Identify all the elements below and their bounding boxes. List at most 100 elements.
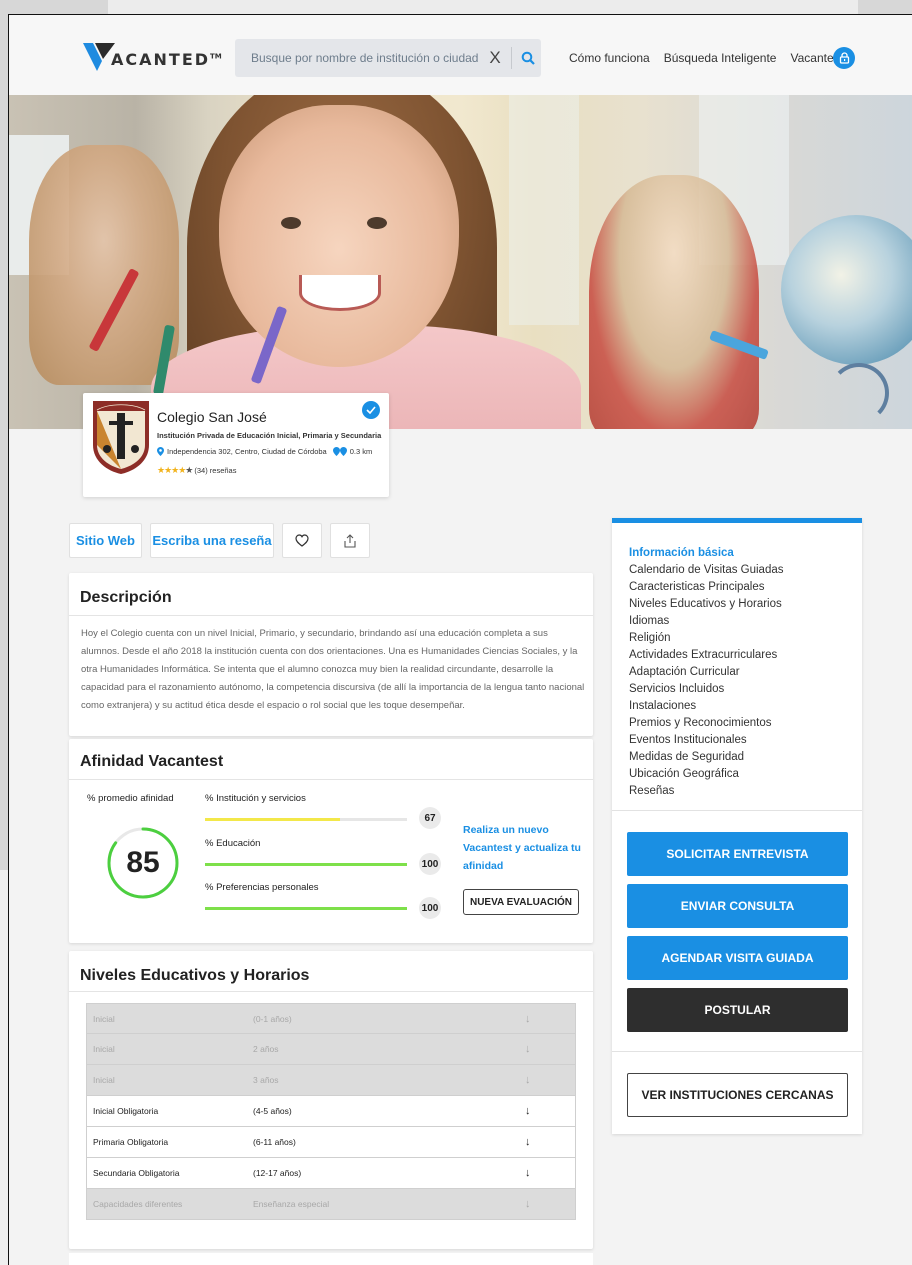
sidebar-divider-top (612, 810, 862, 811)
new-evaluation-button[interactable]: NUEVA EVALUACIÓN (463, 889, 579, 915)
sidebar-nav-item[interactable]: Actividades Extracurriculares (629, 647, 784, 664)
sidebar-nav-item[interactable]: Religión (629, 630, 784, 647)
level-row[interactable]: Capacidades diferentes Enseñanza especial… (86, 1189, 576, 1220)
level-name: Inicial (93, 1044, 115, 1054)
level-name: Inicial (93, 1075, 115, 1085)
sidebar-nav-item[interactable]: Servicios Incluidos (629, 681, 784, 698)
metric-education-fill (205, 863, 407, 866)
expand-arrow-icon[interactable]: ↓ (525, 1013, 531, 1025)
brand-trademark: TM (210, 52, 222, 61)
school-address-line: Independencia 302, Centro, Ciudad de Cór… (157, 447, 372, 456)
search-clear-icon[interactable]: X (485, 48, 505, 68)
next-panel-edge (69, 1253, 593, 1265)
vacanted-logo[interactable]: ACANTEDTM (81, 39, 222, 73)
level-row[interactable]: Primaria Obligatoria (6-11 años) ↓ (86, 1127, 576, 1158)
new-vacantest-link[interactable]: Realiza un nuevo Vacantest y actualiza t… (463, 821, 585, 875)
sidebar-nav-item[interactable]: Caracteristicas Principales (629, 579, 784, 596)
sidebar-nav-item[interactable]: Adaptación Curricular (629, 664, 784, 681)
sidebar-nav-item[interactable]: Ubicación Geográfica (629, 766, 784, 783)
expand-arrow-icon[interactable]: ↓ (525, 1043, 531, 1055)
metric-institution-bar (205, 818, 407, 821)
vacanted-v-icon (83, 43, 115, 71)
school-address: Independencia 302, Centro, Ciudad de Cór… (167, 447, 327, 456)
metric-institution-label: % Institución y servicios (205, 793, 306, 804)
hero-girl-eye-right (367, 217, 387, 229)
location-pin-icon (157, 447, 164, 456)
level-age: 2 años (253, 1044, 279, 1054)
hero-globe-stand (829, 363, 889, 423)
schedule-visit-button[interactable]: AGENDAR VISITA GUIADA (627, 936, 848, 980)
level-age: (4-5 años) (253, 1106, 292, 1116)
sidebar-nav-item[interactable]: Premios y Reconocimientos (629, 715, 784, 732)
sidebar-nav-item[interactable]: Reseñas (629, 783, 784, 800)
sidebar-nav-item[interactable]: Calendario de Visitas Guiadas (629, 562, 784, 579)
hero-girl-eye-left (281, 217, 301, 229)
level-row[interactable]: Inicial 3 años ↓ (86, 1065, 576, 1096)
avg-affinity-value: 85 (126, 846, 160, 879)
school-type: Institución Privada de Educación Inicial… (157, 431, 382, 440)
metric-preferences-fill (205, 907, 407, 910)
level-age: Enseñanza especial (253, 1199, 330, 1209)
affinity-title: Afinidad Vacantest (80, 753, 224, 770)
metric-education-bar (205, 863, 407, 866)
send-inquiry-button[interactable]: ENVIAR CONSULTA (627, 884, 848, 928)
brand-text: ACANTEDTM (111, 49, 222, 69)
sidebar-nav-item[interactable]: Instalaciones (629, 698, 784, 715)
apply-button[interactable]: POSTULAR (627, 988, 848, 1032)
level-row[interactable]: Inicial Obligatoria (4-5 años) ↓ (86, 1096, 576, 1127)
expand-arrow-icon[interactable]: ↓ (525, 1167, 531, 1179)
review-count: (34) reseñas (194, 466, 237, 475)
expand-arrow-icon[interactable]: ↓ (525, 1105, 531, 1117)
school-crest-icon (93, 401, 149, 474)
expand-arrow-icon[interactable]: ↓ (525, 1074, 531, 1086)
levels-divider (69, 991, 593, 992)
level-name: Inicial Obligatoria (93, 1106, 159, 1116)
level-name: Secundaria Obligatoria (93, 1168, 180, 1178)
level-row[interactable]: Secundaria Obligatoria (12-17 años) ↓ (86, 1158, 576, 1189)
sidebar-nav-item[interactable]: Medidas de Seguridad (629, 749, 784, 766)
expand-arrow-icon[interactable]: ↓ (525, 1136, 531, 1148)
school-actions: Sitio Web Escriba una reseña (69, 523, 370, 558)
metric-preferences-label: % Preferencias personales (205, 882, 319, 893)
nearby-institutions-button[interactable]: VER INSTITUCIONES CERCANAS (627, 1073, 848, 1117)
metric-preferences-score: 100 (419, 897, 441, 919)
expand-arrow-icon[interactable]: ↓ (525, 1198, 531, 1210)
sidebar-divider-bottom (612, 1051, 862, 1052)
level-age: (6-11 años) (253, 1137, 296, 1147)
favorite-button[interactable] (282, 523, 322, 558)
request-interview-button[interactable]: SOLICITAR ENTREVISTA (627, 832, 848, 876)
main-nav: Cómo funciona Búsqueda Inteligente Vacan… (569, 51, 843, 65)
search-icon[interactable] (518, 48, 538, 68)
sidebar-nav-item[interactable]: Niveles Educativos y Horarios (629, 596, 784, 613)
search-input[interactable] (235, 39, 485, 77)
hero-child-right (589, 175, 759, 429)
affinity-panel: Afinidad Vacantest % promedio afinidad 8… (69, 739, 593, 943)
login-lock-icon[interactable] (833, 47, 855, 69)
hero-child-left (29, 145, 179, 385)
sidebar-nav-item[interactable]: Información básica (629, 545, 784, 562)
nav-como-funciona[interactable]: Cómo funciona (569, 51, 650, 65)
hero-girl-face (219, 105, 459, 367)
sidebar-nav-item[interactable]: Eventos Institucionales (629, 732, 784, 749)
level-row[interactable]: Inicial (0-1 años) ↓ (86, 1003, 576, 1034)
share-button[interactable] (330, 523, 370, 558)
website-button[interactable]: Sitio Web (69, 523, 142, 558)
background-window-top (108, 0, 858, 14)
hero-globe (781, 215, 912, 365)
description-title: Descripción (80, 589, 172, 606)
nav-busqueda-inteligente[interactable]: Búsqueda Inteligente (664, 51, 777, 65)
school-rating[interactable]: ★★★★★ (34) reseñas (157, 465, 236, 476)
metric-institution-fill (205, 818, 341, 821)
share-icon (344, 533, 356, 548)
level-age: (12-17 años) (253, 1168, 302, 1178)
affinity-divider (69, 779, 593, 780)
sidebar-nav-item[interactable]: Idiomas (629, 613, 784, 630)
description-panel: Descripción Hoy el Colegio cuenta con un… (69, 573, 593, 736)
levels-title: Niveles Educativos y Horarios (80, 967, 310, 984)
metric-institution-score: 67 (419, 807, 441, 829)
verified-check-icon (362, 401, 380, 419)
background-window-left (0, 870, 8, 1265)
levels-table: Inicial (0-1 años) ↓ Inicial 2 años ↓ Inicial 3… (86, 1003, 576, 1220)
level-row[interactable]: Inicial 2 años ↓ (86, 1034, 576, 1065)
write-review-button[interactable]: Escriba una reseña (150, 523, 274, 558)
